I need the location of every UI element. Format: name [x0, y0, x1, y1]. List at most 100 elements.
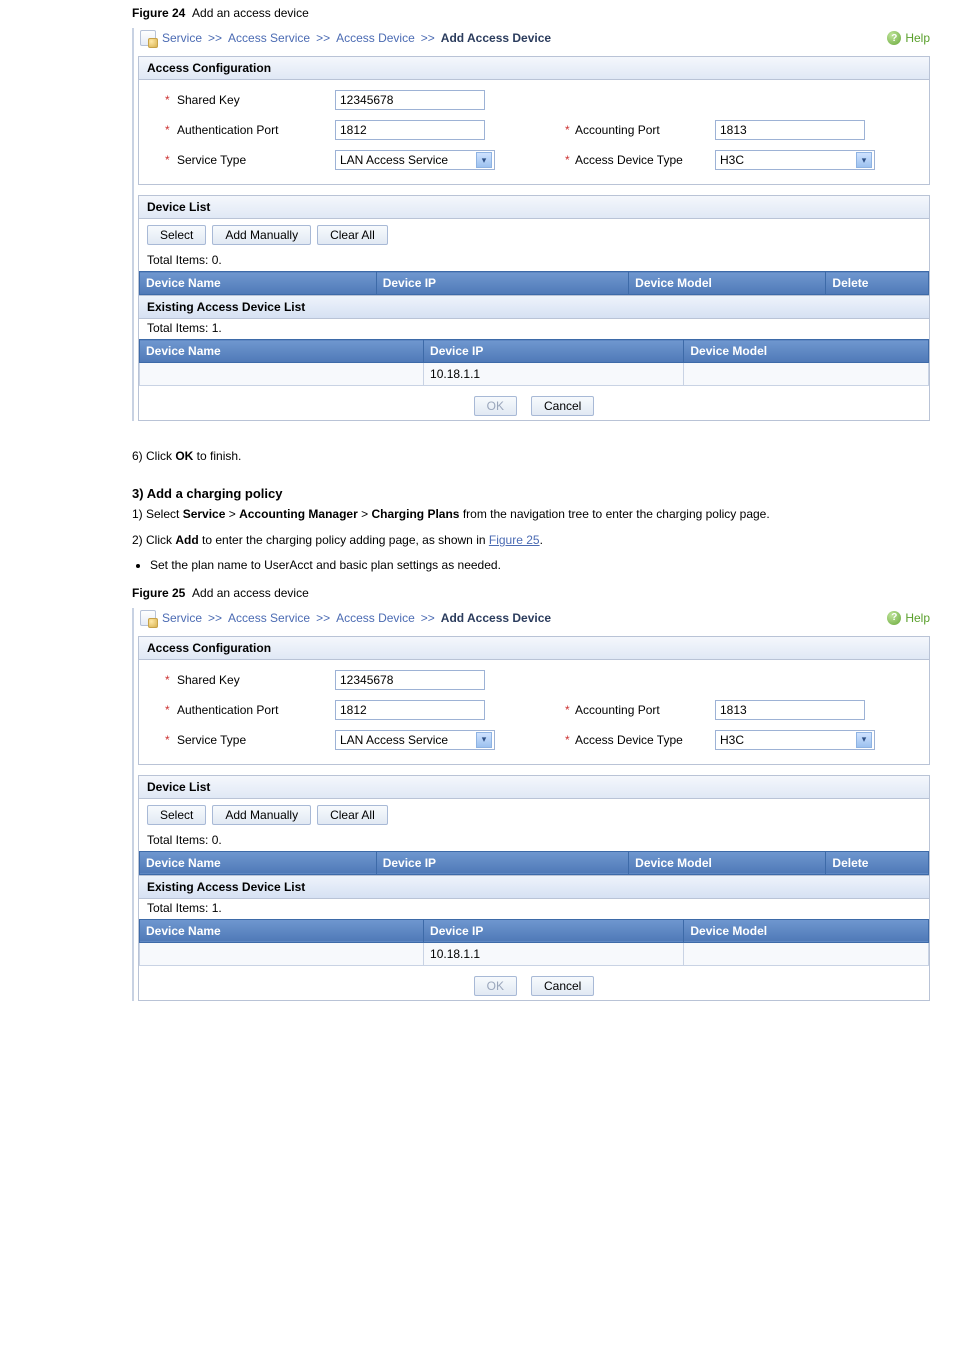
- breadcrumb-current: Add Access Device: [441, 611, 551, 625]
- auth-port-label: *Authentication Port: [147, 123, 335, 137]
- cell-model: [684, 363, 929, 386]
- service-type-select[interactable]: LAN Access Service ▾: [335, 730, 495, 750]
- col-device-name: Device Name: [140, 851, 377, 874]
- app-panel: Service >> Access Service >> Access Devi…: [132, 608, 934, 1001]
- cell-ip: 10.18.1.1: [424, 942, 684, 965]
- doc-step-1: 1) Select Service > Accounting Manager >…: [0, 501, 780, 528]
- cancel-button[interactable]: Cancel: [531, 396, 594, 416]
- select-button[interactable]: Select: [147, 225, 206, 245]
- device-type-select[interactable]: H3C ▾: [715, 730, 875, 750]
- acct-port-input[interactable]: [715, 120, 865, 140]
- access-configuration-section: Access Configuration *Shared Key *Authen…: [138, 56, 930, 185]
- device-list-section: Device List Select Add Manually Clear Al…: [138, 775, 930, 1001]
- existing-total: Total Items: 1.: [139, 319, 929, 339]
- device-list-total: Total Items: 0.: [139, 251, 929, 271]
- service-type-value: LAN Access Service: [340, 733, 448, 747]
- ex-col-model: Device Model: [684, 919, 929, 942]
- cell-ip: 10.18.1.1: [424, 363, 684, 386]
- device-type-value: H3C: [720, 733, 744, 747]
- chevron-down-icon: ▾: [856, 732, 872, 748]
- shared-key-input[interactable]: [335, 90, 485, 110]
- breadcrumb-service[interactable]: Service: [162, 31, 202, 45]
- breadcrumb-access-service[interactable]: Access Service: [228, 611, 310, 625]
- ok-button[interactable]: OK: [474, 396, 517, 416]
- col-device-ip: Device IP: [376, 851, 628, 874]
- device-list-table: Device Name Device IP Device Model Delet…: [139, 271, 929, 295]
- device-type-select[interactable]: H3C ▾: [715, 150, 875, 170]
- acct-port-label: *Accounting Port: [565, 123, 715, 137]
- acct-port-input[interactable]: [715, 700, 865, 720]
- breadcrumb: Service >> Access Service >> Access Devi…: [140, 30, 551, 46]
- doc-step-2: 2) Click Add to enter the charging polic…: [0, 527, 780, 554]
- ex-col-name: Device Name: [140, 919, 424, 942]
- help-icon: ?: [887, 31, 901, 45]
- figure-caption: Figure 25 Add an access device: [0, 580, 954, 608]
- cell-model: [684, 942, 929, 965]
- ex-col-name: Device Name: [140, 340, 424, 363]
- table-row: 10.18.1.1: [140, 363, 929, 386]
- clear-all-button[interactable]: Clear All: [317, 225, 388, 245]
- existing-table: Device Name Device IP Device Model 10.18…: [139, 919, 929, 966]
- auth-port-label: *Authentication Port: [147, 703, 335, 717]
- service-type-label: *Service Type: [147, 733, 335, 747]
- doc-heading-charging: 3) Add a charging policy: [0, 470, 954, 501]
- device-list-table: Device Name Device IP Device Model Delet…: [139, 851, 929, 875]
- chevron-down-icon: ▾: [476, 732, 492, 748]
- col-delete: Delete: [826, 851, 929, 874]
- existing-list-title: Existing Access Device List: [139, 875, 929, 899]
- device-list-title: Device List: [139, 196, 929, 219]
- add-manually-button[interactable]: Add Manually: [212, 225, 311, 245]
- doc-bullet-list: Set the plan name to UserAcct and basic …: [150, 558, 954, 572]
- device-type-value: H3C: [720, 153, 744, 167]
- add-manually-button[interactable]: Add Manually: [212, 805, 311, 825]
- access-configuration-section: Access Configuration *Shared Key *Authen…: [138, 636, 930, 765]
- shared-key-label: *Shared Key: [147, 673, 335, 687]
- service-type-label: *Service Type: [147, 153, 335, 167]
- existing-total: Total Items: 1.: [139, 899, 929, 919]
- breadcrumb-service[interactable]: Service: [162, 611, 202, 625]
- chevron-down-icon: ▾: [856, 152, 872, 168]
- help-icon: ?: [887, 611, 901, 625]
- service-type-select[interactable]: LAN Access Service ▾: [335, 150, 495, 170]
- device-list-total: Total Items: 0.: [139, 831, 929, 851]
- clear-all-button[interactable]: Clear All: [317, 805, 388, 825]
- service-type-value: LAN Access Service: [340, 153, 448, 167]
- table-row: 10.18.1.1: [140, 942, 929, 965]
- page-icon: [140, 610, 156, 626]
- acct-port-label: *Accounting Port: [565, 703, 715, 717]
- app-panel: Service >> Access Service >> Access Devi…: [132, 28, 934, 421]
- figure-link[interactable]: Figure 25: [489, 533, 540, 547]
- cancel-button[interactable]: Cancel: [531, 976, 594, 996]
- figure-number: Figure 24: [132, 6, 185, 20]
- figure-caption: Figure 24 Add an access device: [0, 0, 954, 28]
- help-link[interactable]: ? Help: [887, 611, 930, 625]
- access-configuration-title: Access Configuration: [139, 57, 929, 80]
- device-list-section: Device List Select Add Manually Clear Al…: [138, 195, 930, 421]
- col-delete: Delete: [826, 272, 929, 295]
- breadcrumb-access-device[interactable]: Access Device: [336, 611, 415, 625]
- col-device-name: Device Name: [140, 272, 377, 295]
- device-type-label: *Access Device Type: [565, 733, 715, 747]
- select-button[interactable]: Select: [147, 805, 206, 825]
- col-device-model: Device Model: [629, 272, 826, 295]
- breadcrumb-access-device[interactable]: Access Device: [336, 31, 415, 45]
- breadcrumb-current: Add Access Device: [441, 31, 551, 45]
- shared-key-input[interactable]: [335, 670, 485, 690]
- cell-name: [140, 363, 424, 386]
- breadcrumb: Service >> Access Service >> Access Devi…: [140, 610, 551, 626]
- auth-port-input[interactable]: [335, 700, 485, 720]
- breadcrumb-access-service[interactable]: Access Service: [228, 31, 310, 45]
- doc-step-6: 6) Click OK to finish.: [0, 443, 780, 470]
- page-icon: [140, 30, 156, 46]
- existing-table: Device Name Device IP Device Model 10.18…: [139, 339, 929, 386]
- ok-button[interactable]: OK: [474, 976, 517, 996]
- ex-col-ip: Device IP: [424, 919, 684, 942]
- cell-name: [140, 942, 424, 965]
- col-device-ip: Device IP: [376, 272, 628, 295]
- device-list-title: Device List: [139, 776, 929, 799]
- auth-port-input[interactable]: [335, 120, 485, 140]
- ex-col-model: Device Model: [684, 340, 929, 363]
- chevron-down-icon: ▾: [476, 152, 492, 168]
- help-link[interactable]: ? Help: [887, 31, 930, 45]
- doc-bullet: Set the plan name to UserAcct and basic …: [150, 558, 954, 572]
